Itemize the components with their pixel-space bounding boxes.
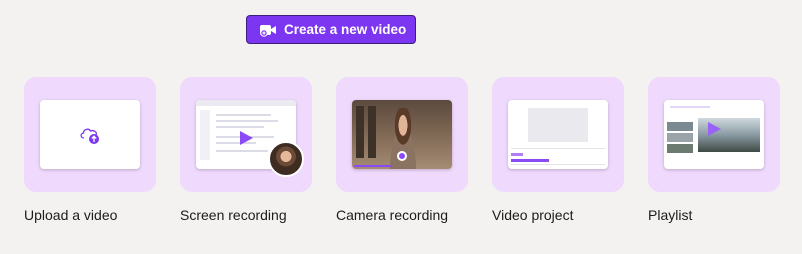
camera-recording-label: Camera recording <box>336 207 449 223</box>
presenter-avatar <box>268 141 304 177</box>
record-indicator-icon <box>397 151 407 161</box>
video-project-label: Video project <box>492 207 574 223</box>
create-new-video-button[interactable]: Create a new video <box>246 15 416 44</box>
video-project-thumbnail <box>508 100 608 169</box>
video-camera-plus-icon <box>260 24 276 37</box>
play-icon <box>708 122 721 136</box>
screen-recording-card[interactable] <box>180 77 312 192</box>
camera-recording-thumbnail <box>352 100 452 169</box>
screen-recording-label: Screen recording <box>180 207 287 223</box>
cloud-upload-icon <box>80 128 99 144</box>
upload-video-label: Upload a video <box>24 207 118 223</box>
upload-video-card[interactable] <box>24 77 156 192</box>
playlist-card[interactable] <box>648 77 780 192</box>
video-project-card[interactable] <box>492 77 624 192</box>
create-new-video-label: Create a new video <box>284 22 407 37</box>
play-icon <box>240 131 253 145</box>
upload-thumbnail <box>40 100 140 169</box>
camera-recording-card[interactable] <box>336 77 468 192</box>
playlist-label: Playlist <box>648 207 693 223</box>
playlist-thumbnail <box>664 100 764 169</box>
